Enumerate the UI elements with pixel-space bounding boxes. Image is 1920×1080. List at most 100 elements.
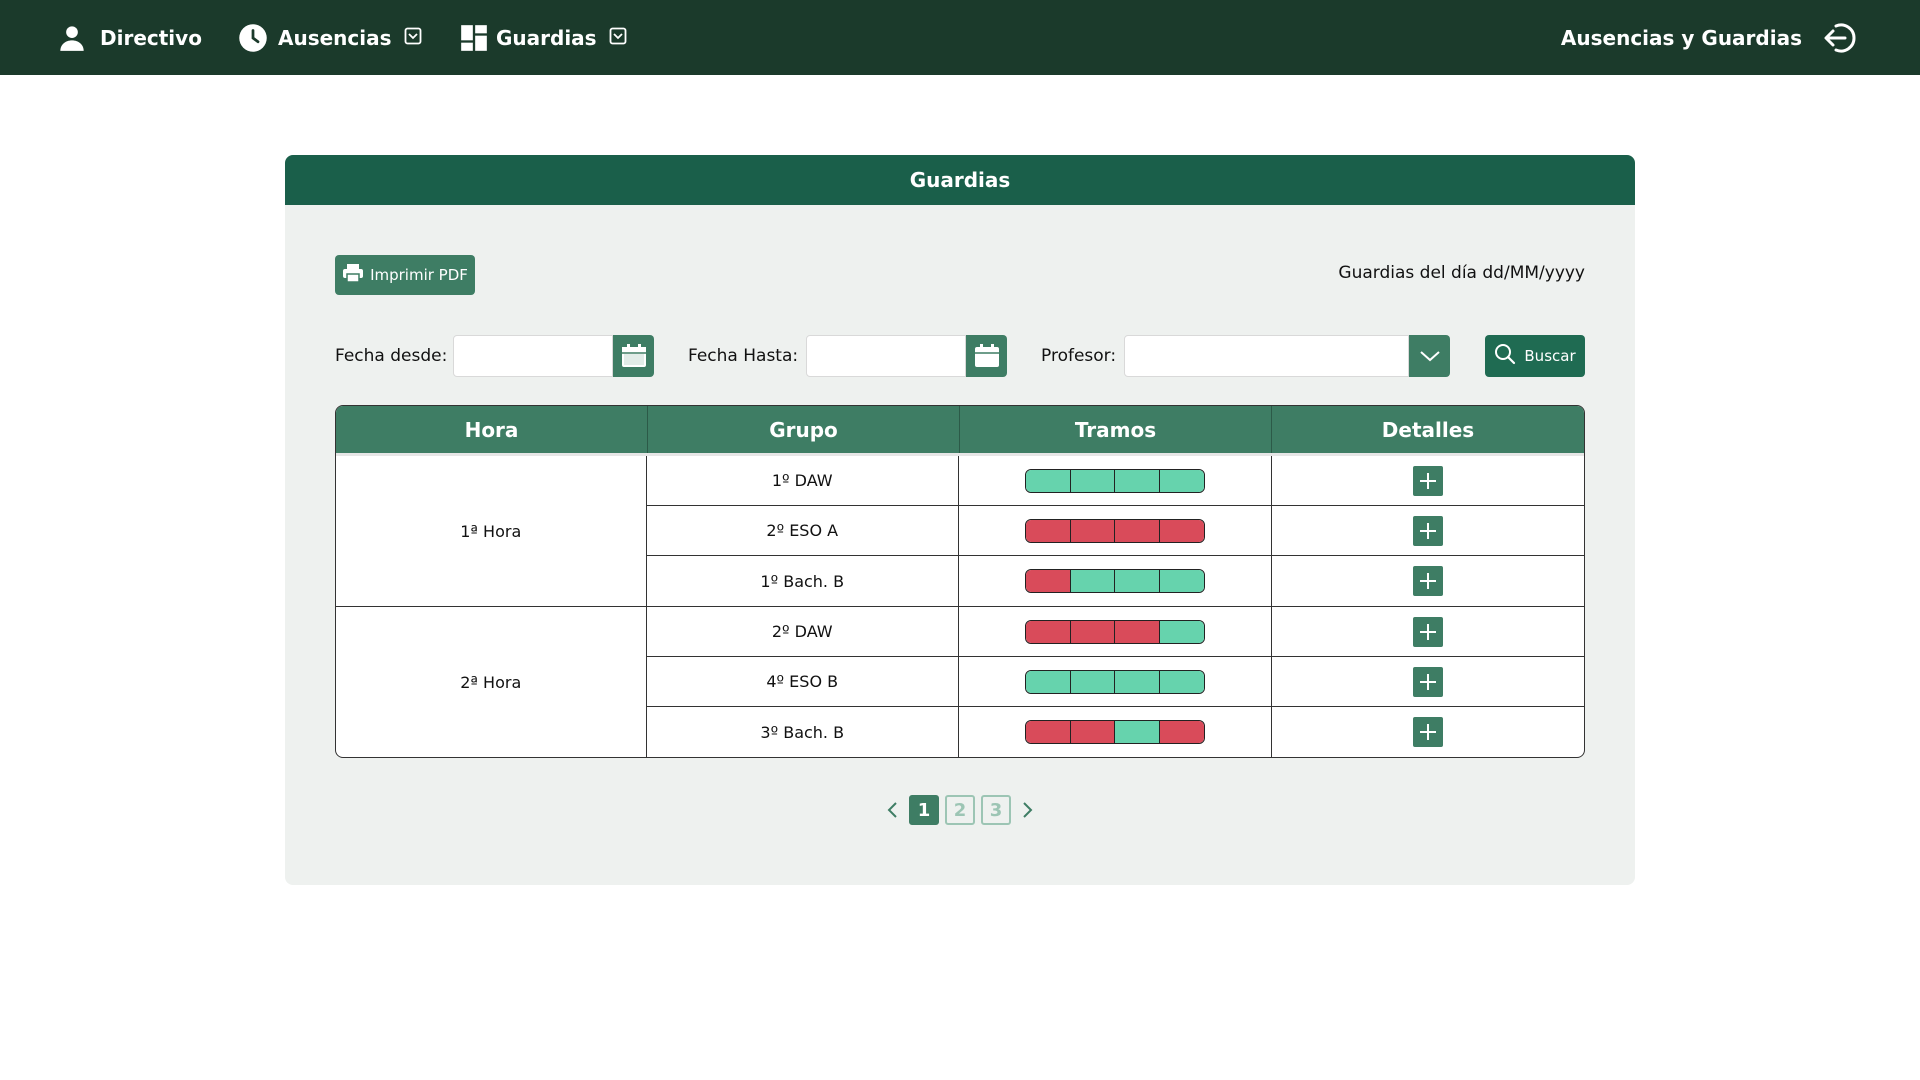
plus-icon[interactable] xyxy=(1412,616,1443,647)
card-title: Guardias xyxy=(285,155,1635,205)
profesor-select[interactable] xyxy=(1124,335,1409,377)
print-pdf-button[interactable]: Imprimir PDF xyxy=(335,255,475,295)
fecha-hasta-input[interactable] xyxy=(806,335,966,377)
fecha-desde-label: Fecha desde: xyxy=(335,346,448,366)
calendar-icon[interactable] xyxy=(966,335,1007,377)
column-header-detalles: Detalles xyxy=(1381,417,1475,442)
grupo-cell: 2º ESO A xyxy=(647,506,959,555)
tramo-segment xyxy=(1070,519,1116,542)
hora-cell: 1ª Hora xyxy=(336,456,647,606)
dropdown-icon xyxy=(609,26,627,50)
chevron-right-icon[interactable] xyxy=(1017,795,1039,825)
dropdown-icon xyxy=(404,26,422,50)
page-button-1[interactable]: 1 xyxy=(909,795,939,825)
tramo-segment xyxy=(1160,570,1204,592)
top-navbar: Directivo Ausencias Guardias Ausencias y… xyxy=(0,0,1920,75)
table-body: 1ª Hora 1º DAW 2º ESO A 1º Bach. B 2ª Hora 2º… xyxy=(336,456,1584,757)
table-row: 3º Bach. B xyxy=(647,707,1585,757)
search-icon xyxy=(1494,343,1516,369)
printer-icon xyxy=(342,263,364,287)
tramos-cell xyxy=(959,707,1272,757)
tramo-segment xyxy=(1160,469,1204,492)
tramo-segment xyxy=(1025,519,1071,542)
nav-ausencias[interactable]: Ausencias xyxy=(238,0,422,75)
tramos-cell xyxy=(959,657,1272,706)
tramos-bar xyxy=(1024,720,1205,744)
clock-icon xyxy=(238,23,268,53)
tramos-cell xyxy=(959,556,1272,606)
chevron-down-icon[interactable] xyxy=(1409,335,1450,377)
page-button-2[interactable]: 2 xyxy=(945,795,975,825)
detalles-cell xyxy=(1272,707,1585,757)
grupo-cell: 1º DAW xyxy=(647,456,959,505)
detalles-cell xyxy=(1272,607,1585,656)
detalles-cell xyxy=(1272,506,1585,555)
table-row: 2º ESO A xyxy=(646,506,1585,556)
chevron-left-icon[interactable] xyxy=(881,795,903,825)
table-row: 4º ESO B xyxy=(646,657,1585,707)
nav-guardias[interactable]: Guardias xyxy=(460,0,627,75)
column-header-tramos: Tramos xyxy=(960,406,1272,453)
column-header-grupo: Grupo xyxy=(648,406,960,453)
hora-cell: 2ª Hora xyxy=(336,607,647,757)
plus-icon[interactable] xyxy=(1412,465,1443,496)
user-icon xyxy=(58,24,86,52)
dashboard-icon xyxy=(460,24,488,52)
plus-icon[interactable] xyxy=(1412,566,1443,596)
print-pdf-label: Imprimir PDF xyxy=(370,266,468,284)
tramos-cell xyxy=(959,506,1272,555)
detalles-cell xyxy=(1272,456,1585,505)
tramo-segment xyxy=(1115,570,1160,592)
search-button[interactable]: Buscar xyxy=(1485,335,1585,377)
tramo-segment xyxy=(1070,620,1116,643)
nav-directivo-label: Directivo xyxy=(100,25,202,50)
pagination: 1 2 3 xyxy=(285,795,1635,825)
nav-guardias-label: Guardias xyxy=(496,25,597,50)
plus-icon[interactable] xyxy=(1412,666,1443,697)
table-row: 1º DAW xyxy=(646,456,1585,506)
calendar-icon[interactable] xyxy=(613,335,654,377)
tramos-cell xyxy=(959,456,1272,505)
table-header: Hora Grupo Tramos Detalles xyxy=(336,406,1584,456)
detalles-cell xyxy=(1272,556,1585,606)
tramo-segment xyxy=(1115,721,1160,743)
fecha-desde-input[interactable] xyxy=(453,335,613,377)
tramo-segment xyxy=(1025,620,1071,643)
tramos-bar xyxy=(1024,468,1205,493)
tramo-segment xyxy=(1025,570,1071,592)
grupo-cell: 3º Bach. B xyxy=(647,707,959,757)
app-title: Ausencias y Guardias xyxy=(1560,25,1802,50)
fecha-hasta-label: Fecha Hasta: xyxy=(688,346,799,366)
tramos-cell xyxy=(959,607,1272,656)
table-row: 1º Bach. B xyxy=(647,556,1585,606)
tramo-segment xyxy=(1115,670,1160,693)
tramos-bar xyxy=(1024,669,1205,694)
tramo-segment xyxy=(1115,469,1160,492)
hour-block: 1ª Hora 1º DAW 2º ESO A 1º Bach. B xyxy=(336,456,1584,607)
hour-block: 2ª Hora 2º DAW 4º ESO B 3º Bach. B xyxy=(336,607,1584,757)
tramo-segment xyxy=(1070,670,1116,693)
tramo-segment xyxy=(1115,620,1160,643)
tramos-bar xyxy=(1024,569,1205,593)
plus-icon[interactable] xyxy=(1412,717,1443,747)
table-row: 2º DAW xyxy=(646,607,1585,657)
column-header-hora: Hora xyxy=(336,406,648,453)
tramo-segment xyxy=(1115,519,1160,542)
tramo-segment xyxy=(1160,670,1204,693)
tramos-bar xyxy=(1024,518,1205,543)
page-button-3[interactable]: 3 xyxy=(981,795,1011,825)
search-button-label: Buscar xyxy=(1524,347,1576,365)
tramo-segment xyxy=(1160,519,1204,542)
tramo-segment xyxy=(1025,469,1071,492)
nav-ausencias-label: Ausencias xyxy=(278,25,392,50)
tramos-bar xyxy=(1024,619,1205,644)
grupo-cell: 2º DAW xyxy=(647,607,959,656)
guardias-table: Hora Grupo Tramos Detalles 1ª Hora 1º DAW… xyxy=(335,405,1585,758)
detalles-cell xyxy=(1272,657,1585,706)
tramo-segment xyxy=(1070,570,1116,592)
logout-icon[interactable] xyxy=(1822,20,1858,56)
tramo-segment xyxy=(1160,721,1204,743)
plus-icon[interactable] xyxy=(1412,515,1443,546)
tramo-segment xyxy=(1025,721,1071,743)
nav-directivo[interactable]: Directivo xyxy=(58,0,202,75)
